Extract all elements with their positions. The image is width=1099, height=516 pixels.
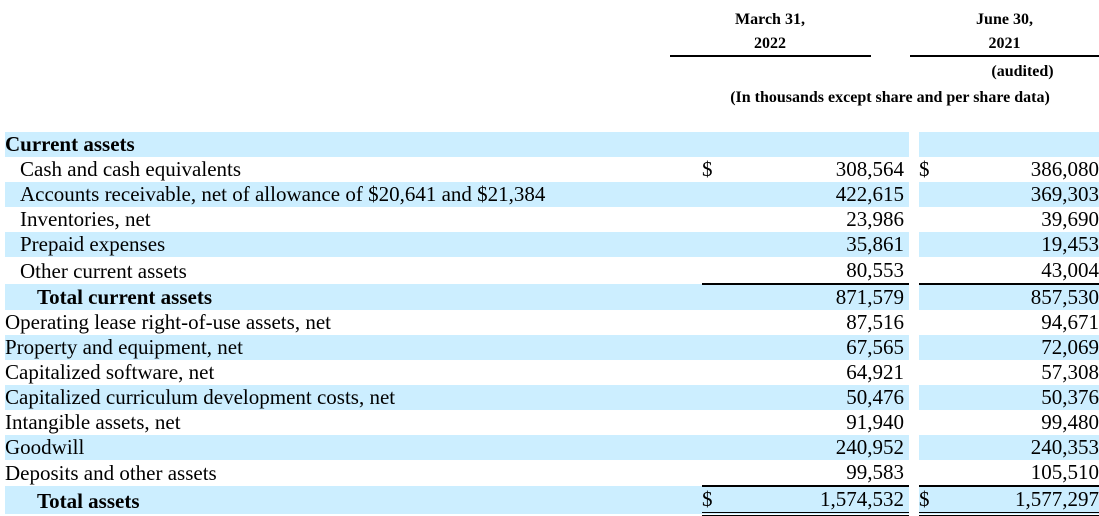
value-june-2021: 99,480 xyxy=(1041,410,1099,435)
row-label: Current assets xyxy=(5,132,702,158)
row-label: Other current assets xyxy=(20,258,187,283)
value-june-2021: 386,080 xyxy=(1030,157,1099,182)
row-label: Accounts receivable, net of allowance of… xyxy=(5,182,702,208)
value-march-2022: 240,952 xyxy=(734,435,909,461)
currency-symbol: $ xyxy=(919,485,951,516)
value-march-2022: 35,861 xyxy=(734,232,909,258)
value-march-2022: 422,615 xyxy=(734,182,909,208)
row-label: Operating lease right-of-use assets, net xyxy=(5,309,331,334)
table-row: Cash and cash equivalents $ 308,564 $ 38… xyxy=(5,157,1099,182)
value-june-2021: 43,004 xyxy=(1041,257,1099,282)
column-header-march-2022-line2: 2022 xyxy=(754,35,786,52)
audited-note: (audited) xyxy=(991,63,1054,80)
row-label: Intangible assets, net xyxy=(5,410,181,435)
value-june-2021: 857,530 xyxy=(951,282,1099,310)
table-row: Prepaid expenses 35,861 19,453 xyxy=(5,232,1099,258)
column-header-june-2021-line1: June 30, xyxy=(976,11,1033,28)
value-march-2022: 91,940 xyxy=(846,410,904,435)
value-june-2021: 57,308 xyxy=(1041,359,1099,384)
table-row: Inventories, net 23,986 39,690 xyxy=(5,207,1099,232)
table-row: Goodwill 240,952 240,353 xyxy=(5,435,1099,461)
value-march-2022: 87,516 xyxy=(846,309,904,334)
table-row-current-assets-heading: Current assets xyxy=(5,132,1099,158)
value-march-2022: 23,986 xyxy=(846,207,904,232)
currency-symbol: $ xyxy=(919,157,930,182)
row-label: Deposits and other assets xyxy=(5,461,217,486)
value-june-2021: 94,671 xyxy=(1041,309,1099,334)
table-row: Capitalized software, net 64,921 57,308 xyxy=(5,360,1099,385)
value-june-2021: 369,303 xyxy=(951,182,1099,208)
row-label: Prepaid expenses xyxy=(5,232,702,258)
value-march-2022: 99,583 xyxy=(846,460,904,485)
table-row: Other current assets 80,553 43,004 xyxy=(5,257,1099,283)
value-june-2021: 39,690 xyxy=(1041,207,1099,232)
value-march-2022: 50,476 xyxy=(734,384,909,411)
value-june-2021: 19,453 xyxy=(951,232,1099,258)
row-label: Inventories, net xyxy=(20,207,151,232)
column-header-rule-2 xyxy=(910,55,1099,57)
table-row: Operating lease right-of-use assets, net… xyxy=(5,310,1099,335)
value-march-2022: 64,921 xyxy=(846,359,904,384)
table-row: Capitalized curriculum development costs… xyxy=(5,384,1099,411)
value-june-2021: 240,353 xyxy=(951,435,1099,461)
row-label: Cash and cash equivalents xyxy=(20,157,242,182)
value-june-2021: 105,510 xyxy=(1030,460,1099,485)
currency-symbol: $ xyxy=(702,157,713,182)
table-row-total-current-assets: Total current assets 871,579 857,530 xyxy=(5,282,1099,310)
column-header-june-2021-line2: 2021 xyxy=(988,35,1021,52)
row-label: Capitalized curriculum development costs… xyxy=(5,384,702,411)
column-header-march-2022-line1: March 31, xyxy=(735,11,805,28)
row-label: Goodwill xyxy=(5,435,702,461)
value-march-2022: 67,565 xyxy=(734,334,909,360)
value-march-2022: 308,564 xyxy=(835,157,904,182)
row-label: Total current assets xyxy=(5,283,702,310)
table-row-total-assets: Total assets $ 1,574,532 $ 1,577,297 xyxy=(5,485,1099,516)
value-march-2022: 1,574,532 xyxy=(734,485,909,516)
table-row: Accounts receivable, net of allowance of… xyxy=(5,182,1099,208)
value-march-2022: 80,553 xyxy=(846,257,904,282)
currency-symbol: $ xyxy=(702,485,734,516)
row-label: Property and equipment, net xyxy=(5,334,702,360)
value-june-2021: 50,376 xyxy=(951,384,1099,411)
table-row: Deposits and other assets 99,583 105,510 xyxy=(5,460,1099,486)
table-row: Intangible assets, net 91,940 99,480 xyxy=(5,410,1099,435)
value-march-2022: 871,579 xyxy=(734,282,909,310)
row-label: Capitalized software, net xyxy=(5,359,215,384)
value-june-2021: 72,069 xyxy=(951,334,1099,360)
row-label: Total assets xyxy=(5,486,702,515)
value-june-2021: 1,577,297 xyxy=(951,485,1099,516)
units-note: (In thousands except share and per share… xyxy=(730,89,1050,106)
balance-sheet-table: Current assets Cash and cash equivalents… xyxy=(5,132,1099,516)
column-header-rule-1 xyxy=(670,55,871,57)
table-row: Property and equipment, net 67,565 72,06… xyxy=(5,334,1099,360)
